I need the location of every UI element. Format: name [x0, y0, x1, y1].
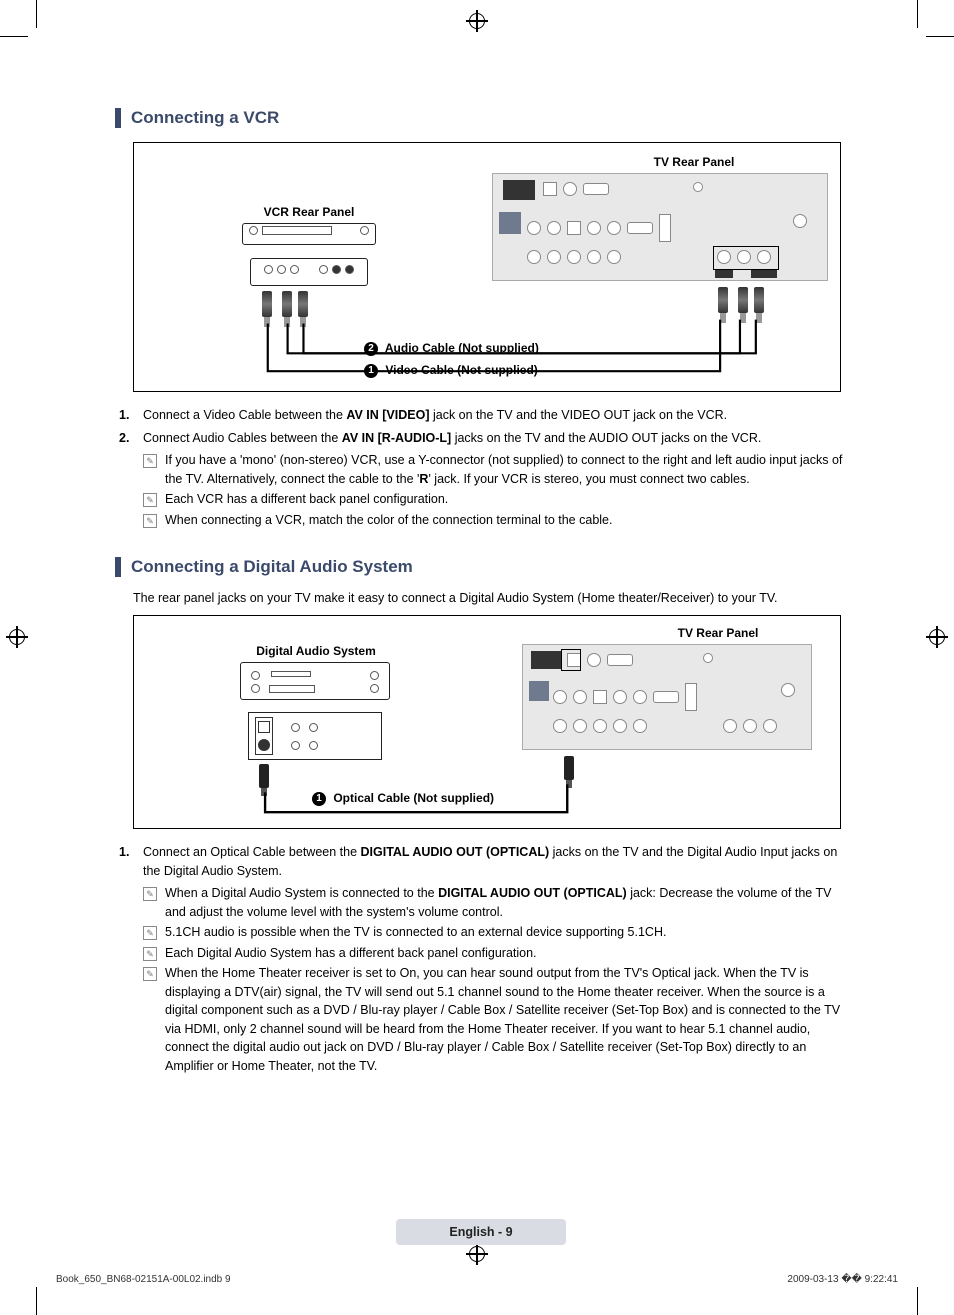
vcr-video-plug [262, 291, 272, 317]
optical-cable-label-row: 1 Optical Cable (Not supplied) [312, 791, 494, 806]
page-number-pill: English - 9 [396, 1219, 566, 1245]
digital-audio-diagram: TV Rear Panel Digital Audio System [133, 615, 841, 829]
vcr-note-3: ✎ When connecting a VCR, match the color… [143, 511, 845, 530]
das-note-4: ✎ When the Home Theater receiver is set … [143, 964, 845, 1075]
audio-cable-label-row: 2 Audio Cable (Not supplied) [364, 341, 539, 356]
section-2-header: Connecting a Digital Audio System [115, 557, 845, 577]
tv-rear-panel-label-2: TV Rear Panel [628, 626, 808, 640]
tv-rear-panel-label: TV Rear Panel [604, 155, 784, 169]
optical-cable-label: Optical Cable (Not supplied) [333, 791, 494, 805]
section-1-header: Connecting a VCR [115, 108, 845, 128]
das-instructions: 1. Connect an Optical Cable between the … [119, 843, 845, 1075]
das-device-bottom [248, 712, 382, 760]
footer-timestamp: 2009-03-13 �� 9:22:41 [787, 1274, 898, 1285]
note-icon: ✎ [143, 964, 165, 1075]
video-cable-label-row: 1 Video Cable (Not supplied) [364, 363, 538, 378]
vcr-device [242, 223, 376, 245]
section-1-title: Connecting a VCR [131, 108, 279, 128]
das-optical-plug [259, 764, 269, 788]
vcr-connection-diagram: TV Rear Panel VCR Rear Panel [133, 142, 841, 392]
footer-book-id: Book_650_BN68-02151A-00L02.indb 9 [56, 1274, 231, 1285]
section-2-intro: The rear panel jacks on your TV make it … [133, 591, 845, 605]
tv-audio-plugs [738, 287, 764, 313]
vcr-jacks [250, 258, 368, 286]
section-bar [115, 557, 121, 577]
note-icon: ✎ [143, 944, 165, 963]
tv-rear-panel-2 [522, 644, 812, 750]
das-note-3: ✎ Each Digital Audio System has a differ… [143, 944, 845, 963]
section-2-title: Connecting a Digital Audio System [131, 557, 413, 577]
note-icon: ✎ [143, 451, 165, 488]
digital-audio-system-label: Digital Audio System [216, 644, 416, 658]
badge-1b: 1 [312, 792, 326, 806]
tv-video-plug [718, 287, 728, 313]
vcr-audio-plugs [282, 291, 308, 317]
note-icon: ✎ [143, 923, 165, 942]
das-step-1: 1. Connect an Optical Cable between the … [119, 843, 845, 880]
vcr-step-1: 1. Connect a Video Cable between the AV … [119, 406, 845, 425]
badge-2: 2 [364, 342, 378, 356]
section-bar [115, 108, 121, 128]
das-note-1: ✎ When a Digital Audio System is connect… [143, 884, 845, 921]
vcr-step-2: 2. Connect Audio Cables between the AV I… [119, 429, 845, 448]
vcr-instructions: 1. Connect a Video Cable between the AV … [119, 406, 845, 529]
note-icon: ✎ [143, 511, 165, 530]
vcr-note-2: ✎ Each VCR has a different back panel co… [143, 490, 845, 509]
badge-1: 1 [364, 364, 378, 378]
note-icon: ✎ [143, 884, 165, 921]
das-device-top [240, 662, 390, 700]
das-note-2: ✎ 5.1CH audio is possible when the TV is… [143, 923, 845, 942]
note-icon: ✎ [143, 490, 165, 509]
tv-optical-plug [564, 756, 574, 780]
tv-rear-panel [492, 173, 828, 281]
vcr-rear-panel-label: VCR Rear Panel [229, 205, 389, 219]
vcr-note-1: ✎ If you have a 'mono' (non-stereo) VCR,… [143, 451, 845, 488]
audio-cable-label: Audio Cable (Not supplied) [385, 341, 539, 355]
video-cable-label: Video Cable (Not supplied) [385, 363, 537, 377]
